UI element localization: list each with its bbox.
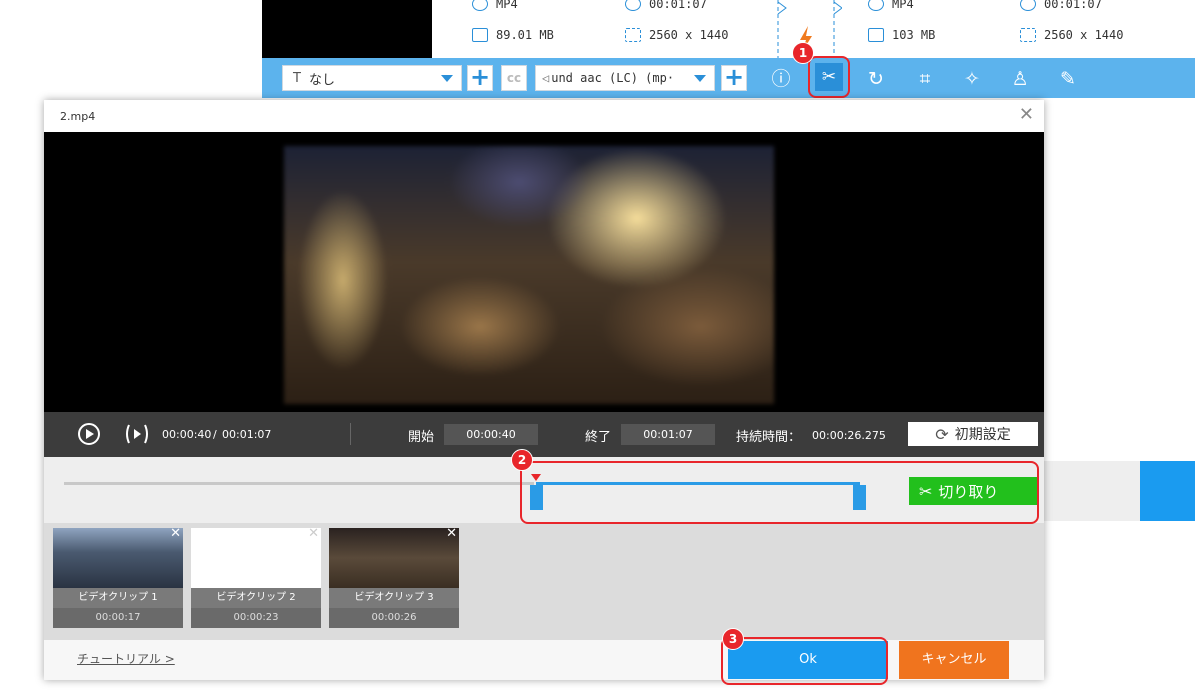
start-time-input[interactable]: 00:00:40 — [444, 424, 538, 445]
video-preview — [44, 132, 1044, 412]
info-icon[interactable]: ⓘ — [769, 67, 793, 91]
clip-label: ビデオクリップ 3 — [329, 588, 459, 608]
highlight-box-2 — [520, 461, 1039, 524]
background-convert-button[interactable] — [1140, 461, 1195, 521]
divider — [350, 423, 351, 445]
close-icon[interactable]: ✕ — [446, 526, 457, 541]
source-thumbnail — [262, 0, 432, 58]
play-icon[interactable] — [77, 422, 101, 446]
resolution-icon — [625, 28, 641, 42]
close-icon[interactable]: ✕ — [170, 526, 181, 541]
clip-label: ビデオクリップ 2 — [191, 588, 321, 608]
clip-thumbnail — [191, 528, 321, 588]
output-resolution: 2560 x 1440 — [1020, 28, 1123, 42]
format-icon — [868, 0, 884, 11]
source-resolution: 2560 x 1440 — [625, 28, 728, 42]
step-badge-1: 1 — [792, 42, 814, 64]
add-audio-button[interactable]: + — [721, 65, 747, 91]
end-label: 終了 — [585, 430, 612, 445]
folder-icon — [868, 28, 884, 42]
highlight-box-3 — [721, 637, 888, 685]
dialog-footer: チュートリアル > Ok キャンセル — [44, 640, 1044, 680]
output-duration: 00:01:07 — [1020, 0, 1102, 11]
clip-list: ✕ ビデオクリップ 1 00:00:17 ✕ ビデオクリップ 2 00:00:2… — [44, 523, 1044, 640]
clip-thumbnail — [329, 528, 459, 588]
clip-duration: 00:00:17 — [53, 608, 183, 628]
add-subtitle-button[interactable]: + — [467, 65, 493, 91]
clip-label: ビデオクリップ 1 — [53, 588, 183, 608]
refresh-icon: ⟳ — [935, 424, 949, 444]
output-size: 103 MB — [868, 28, 935, 42]
reset-button[interactable]: ⟳ 初期設定 — [908, 422, 1038, 446]
start-label: 開始 — [408, 430, 435, 445]
close-icon[interactable]: ✕ — [308, 526, 319, 541]
cancel-button[interactable]: キャンセル — [899, 641, 1009, 679]
format-icon — [472, 0, 488, 11]
text-icon: T — [293, 70, 301, 86]
total-time: 00:01:07 — [222, 428, 272, 441]
end-time-input[interactable]: 00:01:07 — [621, 424, 715, 445]
source-duration: 00:01:07 — [625, 0, 707, 11]
clip-item-2[interactable]: ✕ ビデオクリップ 2 00:00:23 — [191, 526, 321, 628]
tutorial-link[interactable]: チュートリアル > — [77, 650, 175, 667]
audio-select[interactable]: ◁ und aac (LC) (mp· — [535, 65, 715, 91]
time-separator: / — [213, 428, 217, 441]
current-time: 00:00:40 — [162, 428, 212, 441]
effects-wand-icon[interactable]: ✧ — [960, 67, 984, 91]
close-icon[interactable]: ✕ — [1019, 104, 1034, 125]
clip-item-1[interactable]: ✕ ビデオクリップ 1 00:00:17 — [53, 526, 183, 628]
watermark-stamp-icon[interactable]: ♙ — [1008, 67, 1032, 91]
playback-controls: 00:00:40 / 00:01:07 開始 00:00:40 終了 00:01… — [44, 412, 1044, 457]
clock-icon — [625, 0, 641, 11]
step-badge-2: 2 — [511, 449, 533, 471]
edit-pen-icon[interactable]: ✎ — [1056, 67, 1080, 91]
highlight-box-1 — [808, 56, 850, 98]
video-frame — [284, 146, 774, 404]
clock-icon — [1020, 0, 1036, 11]
chevron-down-icon — [694, 75, 706, 82]
speaker-icon: ◁ — [542, 71, 550, 85]
chevron-down-icon — [441, 75, 453, 82]
crop-icon[interactable]: ⌗ — [913, 67, 937, 91]
rotate-icon[interactable]: ↻ — [864, 67, 888, 91]
timeline-track — [64, 482, 534, 485]
folder-icon — [472, 28, 488, 42]
resolution-icon — [1020, 28, 1036, 42]
duration-label: 持続時間： — [736, 430, 802, 445]
clip-thumbnail — [53, 528, 183, 588]
output-format: MP4 — [868, 0, 914, 11]
source-format: MP4 — [472, 0, 518, 11]
clip-duration: 00:00:26 — [329, 608, 459, 628]
source-size: 89.01 MB — [472, 28, 554, 42]
trim-dialog: 2.mp4 ✕ 00:00:40 / 00:01:07 開始 00:00:40 … — [44, 100, 1044, 680]
clip-duration: 00:00:23 — [191, 608, 321, 628]
edit-toolbar: T なし + cc ◁ und aac (LC) (mp· + ⓘ ↻ ⌗ ✧ … — [262, 58, 1195, 98]
dialog-title: 2.mp4 — [60, 110, 96, 123]
duration-value: 00:00:26.275 — [812, 429, 886, 442]
clip-item-3[interactable]: ✕ ビデオクリップ 3 00:00:26 — [329, 526, 459, 628]
play-step-icon[interactable] — [124, 422, 150, 446]
cc-icon[interactable]: cc — [501, 65, 527, 91]
step-badge-3: 3 — [722, 628, 744, 650]
subtitle-select[interactable]: T なし — [282, 65, 462, 91]
